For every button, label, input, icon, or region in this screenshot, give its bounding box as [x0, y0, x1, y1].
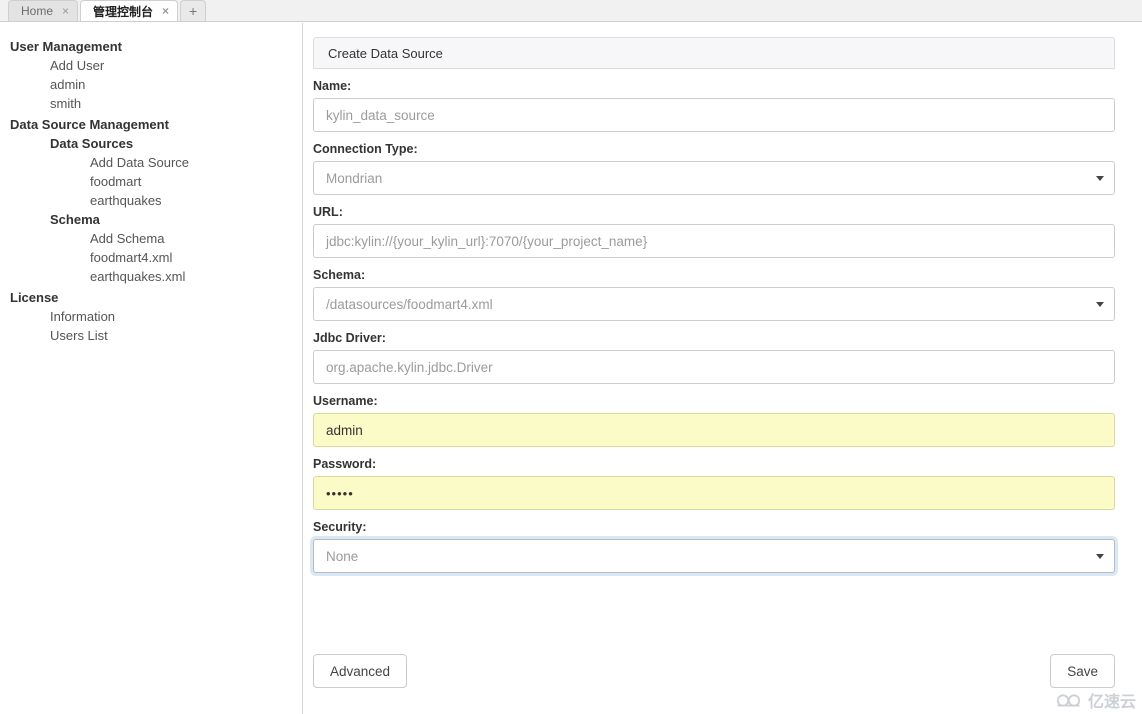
jdbc-driver-label: Jdbc Driver:: [313, 331, 386, 345]
browser-tab-label: Home: [21, 4, 54, 18]
close-icon[interactable]: ×: [62, 5, 69, 17]
password-label: Password:: [313, 457, 377, 471]
username-input[interactable]: admin: [313, 413, 1115, 447]
sidebar-item-users-list[interactable]: Users List: [0, 326, 302, 345]
sidebar-item-data-source-management[interactable]: Data Source Management: [0, 115, 302, 134]
url-input[interactable]: jdbc:kylin://{your_kylin_url}:7070/{your…: [313, 224, 1115, 258]
field-url: URL: jdbc:kylin://{your_kylin_url}:7070/…: [313, 205, 1115, 258]
browser-tab-home[interactable]: Home ×: [8, 0, 79, 21]
save-button[interactable]: Save: [1050, 654, 1115, 688]
field-name: Name: kylin_data_source: [313, 79, 1115, 132]
page-viewport: User Management Add User admin smith Dat…: [0, 23, 1142, 714]
security-select[interactable]: None: [313, 539, 1115, 573]
sidebar-navigation: User Management Add User admin smith Dat…: [0, 23, 303, 714]
sidebar-item-data-sources[interactable]: Data Sources: [0, 134, 302, 153]
sidebar-item-earthquakes-xml[interactable]: earthquakes.xml: [0, 267, 302, 286]
field-schema: Schema: /datasources/foodmart4.xml: [313, 268, 1115, 321]
sidebar-item-add-data-source[interactable]: Add Data Source: [0, 153, 302, 172]
panel-title: Create Data Source: [313, 37, 1115, 69]
chevron-down-icon: [1096, 554, 1104, 559]
advanced-button[interactable]: Advanced: [313, 654, 408, 688]
password-masked-value: •••••: [326, 485, 354, 501]
sidebar-item-information[interactable]: Information: [0, 307, 302, 326]
sidebar-item-license[interactable]: License: [0, 288, 302, 307]
sidebar-item-earthquakes[interactable]: earthquakes: [0, 191, 302, 210]
field-password: Password: •••••: [313, 457, 1115, 510]
field-jdbc-driver: Jdbc Driver: org.apache.kylin.jdbc.Drive…: [313, 331, 1115, 384]
new-tab-button[interactable]: +: [180, 0, 207, 21]
sidebar-item-add-user[interactable]: Add User: [0, 56, 302, 75]
field-security: Security: None: [313, 520, 1115, 573]
field-username: Username: admin: [313, 394, 1115, 447]
password-input[interactable]: •••••: [313, 476, 1115, 510]
security-label: Security:: [313, 520, 367, 534]
chevron-down-icon: [1096, 302, 1104, 307]
sidebar-item-admin[interactable]: admin: [0, 75, 302, 94]
jdbc-driver-input[interactable]: org.apache.kylin.jdbc.Driver: [313, 350, 1115, 384]
sidebar-item-foodmart4-xml[interactable]: foodmart4.xml: [0, 248, 302, 267]
browser-tab-admin-console[interactable]: 管理控制台 ×: [80, 0, 179, 21]
create-data-source-form: Name: kylin_data_source Connection Type:…: [313, 69, 1115, 573]
schema-value: /datasources/foodmart4.xml: [326, 296, 493, 312]
sidebar-item-user-management[interactable]: User Management: [0, 37, 302, 56]
connection-type-label: Connection Type:: [313, 142, 418, 156]
schema-select[interactable]: /datasources/foodmart4.xml: [313, 287, 1115, 321]
security-value: None: [326, 548, 359, 564]
schema-label: Schema:: [313, 268, 366, 282]
close-icon[interactable]: ×: [162, 5, 169, 17]
name-label: Name:: [313, 79, 352, 93]
sidebar-item-smith[interactable]: smith: [0, 94, 302, 113]
sidebar-item-foodmart[interactable]: foodmart: [0, 172, 302, 191]
chevron-down-icon: [1096, 176, 1104, 181]
connection-type-select[interactable]: Mondrian: [313, 161, 1115, 195]
field-connection-type: Connection Type: Mondrian: [313, 142, 1115, 195]
create-data-source-panel: Create Data Source Name: kylin_data_sour…: [313, 37, 1115, 583]
sidebar-item-add-schema[interactable]: Add Schema: [0, 229, 302, 248]
browser-tab-label: 管理控制台: [93, 4, 154, 19]
name-input[interactable]: kylin_data_source: [313, 98, 1115, 132]
url-label: URL:: [313, 205, 343, 219]
content-area: Create Data Source Name: kylin_data_sour…: [304, 23, 1142, 714]
connection-type-value: Mondrian: [326, 170, 383, 186]
sidebar-item-schema[interactable]: Schema: [0, 210, 302, 229]
form-footer: Advanced Save: [313, 654, 1115, 714]
username-label: Username:: [313, 394, 378, 408]
browser-tab-strip: Home × 管理控制台 × +: [0, 0, 1142, 22]
